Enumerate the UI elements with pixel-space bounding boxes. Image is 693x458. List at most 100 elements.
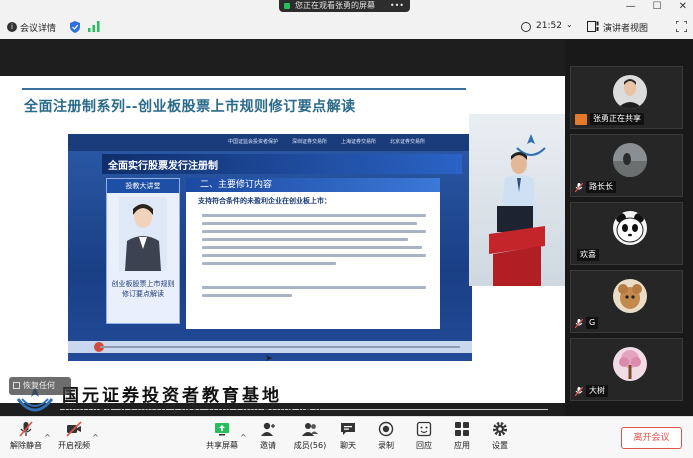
start-video-button[interactable]: 开启视频: [56, 421, 92, 455]
mic-muted-icon: [19, 421, 33, 437]
more-options-icon[interactable]: •••: [390, 0, 404, 12]
view-mode-button[interactable]: 演讲者视图: [603, 21, 648, 34]
slide-title: 全面注册制系列--创业板股票上市规则修订要点解读: [24, 99, 356, 115]
participant-name: 张勇正在共享: [575, 113, 644, 125]
section-bullet: 支持符合条件的未盈利企业在创业板上市：: [198, 197, 331, 205]
lecture-caption: 创业板股票上市规则修订要点解读: [111, 280, 175, 298]
gear-icon: [493, 422, 507, 436]
participant-gallery: 张勇正在共享 路长长 欢喜 G 大树: [565, 39, 693, 416]
minimize-button[interactable]: —: [626, 0, 636, 15]
reaction-icon: [416, 421, 432, 437]
shared-screen[interactable]: 全面注册制系列--创业板股票上市规则修订要点解读 中国证监会投资者保护 深圳证券…: [0, 39, 565, 416]
participant-avatar: [613, 211, 647, 245]
participant-tile[interactable]: G: [570, 270, 683, 333]
speaker-view-icon[interactable]: [587, 21, 599, 32]
start-video-label: 开启视频: [58, 441, 90, 450]
unmute-label: 解除静音: [10, 441, 42, 450]
signal-icon[interactable]: [88, 21, 100, 32]
mic-muted-icon: [575, 318, 583, 328]
video-options-chevron-icon[interactable]: ^: [92, 433, 99, 442]
participant-name: 欢喜: [577, 249, 599, 261]
video-logo: 上海证券交易所: [341, 139, 377, 145]
participant-name: G: [575, 317, 599, 329]
participant-tile[interactable]: 大树: [570, 338, 683, 401]
chevron-down-icon[interactable]: ⌄: [566, 20, 573, 29]
meeting-window: 您正在观看张勇的屏幕 ••• — ☐ ✕ i 会议详情 21:52 ⌄ 演讲者视: [0, 0, 693, 458]
video-logo: 中国证监会投资者保护: [228, 139, 279, 145]
members-button[interactable]: 成员(56): [290, 421, 330, 455]
participant-tile[interactable]: 张勇正在共享: [570, 66, 683, 129]
settings-button[interactable]: 设置: [486, 421, 514, 455]
stop-icon: [13, 382, 20, 389]
share-screen-icon: [215, 423, 229, 436]
participant-name: 大树: [575, 385, 608, 397]
meeting-time: 21:52: [536, 21, 562, 31]
react-button[interactable]: 回应: [410, 421, 438, 455]
chat-icon: [341, 423, 355, 435]
participant-tile[interactable]: 欢喜: [570, 202, 683, 265]
record-button[interactable]: 录制: [372, 421, 400, 455]
unmute-button[interactable]: 解除静音: [8, 421, 44, 455]
lecture-series-label: 投教大讲堂: [107, 179, 179, 193]
chat-label: 聊天: [340, 441, 356, 450]
recording-status-icon: [521, 22, 531, 32]
apps-button[interactable]: 应用: [448, 421, 476, 455]
close-button[interactable]: ✕: [679, 0, 687, 15]
body-text-block: [202, 214, 426, 270]
lecturer-panel: 投教大讲堂 创业板股票上市规则修订要点解读: [106, 178, 180, 324]
video-progress-bar[interactable]: [100, 346, 460, 348]
fullscreen-icon[interactable]: [676, 21, 687, 32]
video-logo: 北京证券交易所: [390, 139, 426, 145]
mouse-cursor-icon: ➤: [265, 354, 273, 364]
video-off-icon: [66, 421, 82, 437]
meeting-info-bar: i 会议详情 21:52 ⌄ 演讲者视图: [0, 15, 693, 39]
section-heading: 二、主要修订内容: [186, 178, 440, 192]
presenter-figure: [489, 152, 545, 286]
invite-label: 邀请: [260, 441, 276, 450]
video-logos: 中国证监会投资者保护 深圳证券交易所 上海证券交易所 北京证券交易所: [228, 138, 425, 145]
participant-avatar: [613, 347, 647, 381]
screen-share-icon: [575, 113, 587, 125]
share-screen-label: 共享屏幕: [206, 441, 238, 450]
participant-name: 路长长: [575, 181, 616, 193]
invite-button[interactable]: 邀请: [254, 421, 282, 455]
mic-muted-icon: [575, 182, 583, 192]
audio-options-chevron-icon[interactable]: ^: [44, 433, 51, 442]
participant-avatar: [613, 75, 647, 109]
settings-label: 设置: [492, 441, 508, 450]
record-icon: [378, 421, 394, 437]
body-text-block-2: [202, 286, 426, 302]
share-screen-button[interactable]: 共享屏幕: [204, 421, 240, 455]
slide-title-rule: [22, 88, 466, 90]
presenter-camera-overlay: [469, 114, 565, 286]
resume-chip[interactable]: 恢复任何: [9, 377, 71, 395]
video-logo: 深圳证券交易所: [292, 139, 328, 145]
shield-icon[interactable]: [70, 21, 80, 33]
screen-share-banner[interactable]: 您正在观看张勇的屏幕 •••: [279, 0, 410, 12]
participants-icon: [302, 423, 318, 436]
education-base-name-en: GUOYUAN SECURITIES INVESTOR EDUCATION BA…: [64, 404, 325, 413]
lecturer-figure: [119, 197, 167, 271]
mic-muted-icon: [575, 386, 583, 396]
video-heading: 全面实行股票发行注册制: [108, 161, 218, 172]
meeting-toolbar: 解除静音 ^ 开启视频 ^ 共享屏幕 ^ 邀请 成员(56) 聊天 录制 回应 …: [0, 416, 693, 458]
share-banner-text: 您正在观看张勇的屏幕: [295, 1, 375, 10]
participant-tile[interactable]: 路长长: [570, 134, 683, 197]
title-bar: 您正在观看张勇的屏幕 ••• — ☐ ✕: [0, 0, 693, 15]
window-controls: — ☐ ✕: [626, 0, 687, 15]
education-base-name: 国元证券投资者教育基地: [62, 386, 282, 406]
participant-avatar: [613, 143, 647, 177]
lecture-content-panel: 二、主要修订内容 支持符合条件的未盈利企业在创业板上市：: [186, 178, 440, 329]
react-label: 回应: [416, 441, 432, 450]
members-label: 成员(56): [293, 441, 327, 450]
leave-meeting-button[interactable]: 离开会议: [621, 427, 682, 449]
meeting-details-link[interactable]: 会议详情: [20, 21, 56, 34]
participant-avatar: [613, 279, 647, 313]
embedded-video[interactable]: 中国证监会投资者保护 深圳证券交易所 上海证券交易所 北京证券交易所 全面实行股…: [68, 134, 472, 361]
info-icon[interactable]: i: [7, 22, 17, 32]
add-user-icon: [261, 422, 275, 436]
share-options-chevron-icon[interactable]: ^: [240, 433, 247, 442]
maximize-button[interactable]: ☐: [653, 0, 662, 15]
chat-button[interactable]: 聊天: [334, 421, 362, 455]
record-label: 录制: [378, 441, 394, 450]
